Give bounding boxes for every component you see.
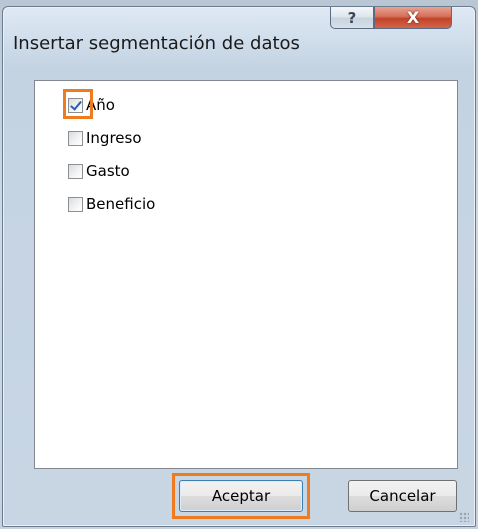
accept-button[interactable]: Aceptar <box>179 480 303 512</box>
list-item-beneficio[interactable]: Beneficio <box>68 193 155 215</box>
checkbox-highlight <box>63 89 93 119</box>
checkbox-ingreso[interactable] <box>68 130 83 146</box>
insert-slicer-dialog: Insertar segmentación de datos ? X Año I… <box>2 6 476 527</box>
checkbox-gasto[interactable] <box>68 163 83 179</box>
help-icon: ? <box>347 8 357 27</box>
resize-grip[interactable] <box>459 512 469 522</box>
field-list: Año Ingreso Gasto Beneficio <box>34 80 458 469</box>
close-icon: X <box>406 8 420 27</box>
help-button[interactable]: ? <box>330 7 374 29</box>
dialog-title: Insertar segmentación de datos <box>13 33 300 54</box>
list-item-ingreso[interactable]: Ingreso <box>68 127 142 149</box>
field-label: Gasto <box>86 162 130 180</box>
field-label: Beneficio <box>86 195 156 213</box>
checkbox-beneficio[interactable] <box>68 196 83 212</box>
list-item-gasto[interactable]: Gasto <box>68 160 130 182</box>
field-label: Ingreso <box>86 129 142 147</box>
close-button[interactable]: X <box>374 7 452 29</box>
cancel-button[interactable]: Cancelar <box>348 480 457 512</box>
